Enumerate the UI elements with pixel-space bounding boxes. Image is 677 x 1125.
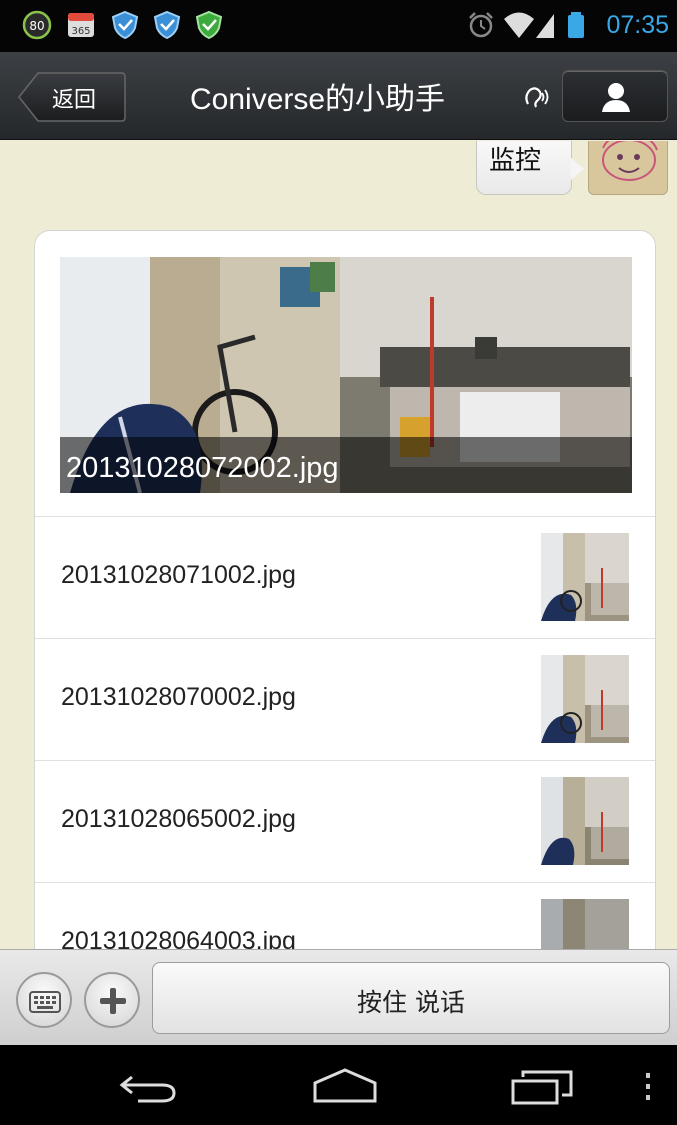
calendar-icon: 365 [68,13,94,37]
title-bar: 返回 Coniverse的小助手 [0,52,677,140]
outgoing-message-text: 监控 [489,146,542,176]
list-item-label: 20131028065002.jpg [61,805,296,833]
recent-apps-icon[interactable] [510,1067,576,1107]
list-item-thumbnail [541,655,629,743]
list-item[interactable]: 20131028065002.jpg [35,760,655,882]
thumbnail-photo [541,777,629,865]
back-label: 返回 [52,88,97,113]
profile-button[interactable] [562,70,668,122]
menu-icon[interactable] [640,1071,656,1103]
cover-image[interactable]: 20131028072002.jpg [60,257,632,493]
earpiece-icon [525,87,549,108]
status-bar: 80 365 07:35 [0,0,677,52]
list-item-label: 20131028070002.jpg [61,683,296,711]
shield-check-icon [195,10,223,40]
chat-area[interactable]: 监控 20131028072002.jpg 20131028071002.jpg… [0,141,677,949]
wifi-icon [504,12,534,38]
list-item[interactable]: 20131028070002.jpg [35,638,655,760]
avatar[interactable] [588,141,668,195]
battery-saver-icon: 80 [22,10,52,40]
home-icon[interactable] [312,1067,378,1105]
plus-button[interactable] [84,972,140,1028]
shield-icon [111,10,139,40]
battery-icon [568,12,584,38]
thumbnail-photo [541,533,629,621]
list-item-label: 20131028071002.jpg [61,561,296,589]
cover-caption: 20131028072002.jpg [66,452,339,484]
list-item-thumbnail [541,899,629,949]
plus-icon [100,988,126,1014]
alarm-icon [469,12,493,38]
status-time: 07:35 [606,11,669,39]
signal-icon [536,14,554,38]
svg-text:365: 365 [71,26,90,37]
hold-to-talk-button[interactable]: 按住 说话 [152,962,670,1034]
page-title: Coniverse的小助手 [190,83,446,116]
list-item-label: 20131028064003.jpg [61,927,296,949]
list-item-thumbnail [541,777,629,865]
news-card[interactable]: 20131028072002.jpg 20131028071002.jpg 20… [34,230,656,949]
outgoing-message-bubble[interactable]: 监控 [476,141,584,195]
navigation-bar [0,1045,677,1125]
input-bar: 按住 说话 [0,949,677,1045]
back-icon[interactable] [118,1069,180,1105]
person-icon [602,83,630,112]
list-item[interactable]: 20131028064003.jpg [35,882,655,949]
svg-text:80: 80 [29,19,44,33]
shield-icon [153,10,181,40]
avatar-drawing [589,141,667,194]
list-item[interactable]: 20131028071002.jpg [35,516,655,638]
keyboard-icon [29,991,61,1013]
thumbnail-photo [541,899,629,949]
hold-to-talk-label: 按住 说话 [357,988,465,1017]
thumbnail-photo [541,655,629,743]
keyboard-button[interactable] [16,972,72,1028]
screen: 80 365 07:35 返回 Coniverse的小助手 监控 2013102… [0,0,677,1125]
back-button[interactable]: 返回 [18,72,126,122]
list-item-thumbnail [541,533,629,621]
